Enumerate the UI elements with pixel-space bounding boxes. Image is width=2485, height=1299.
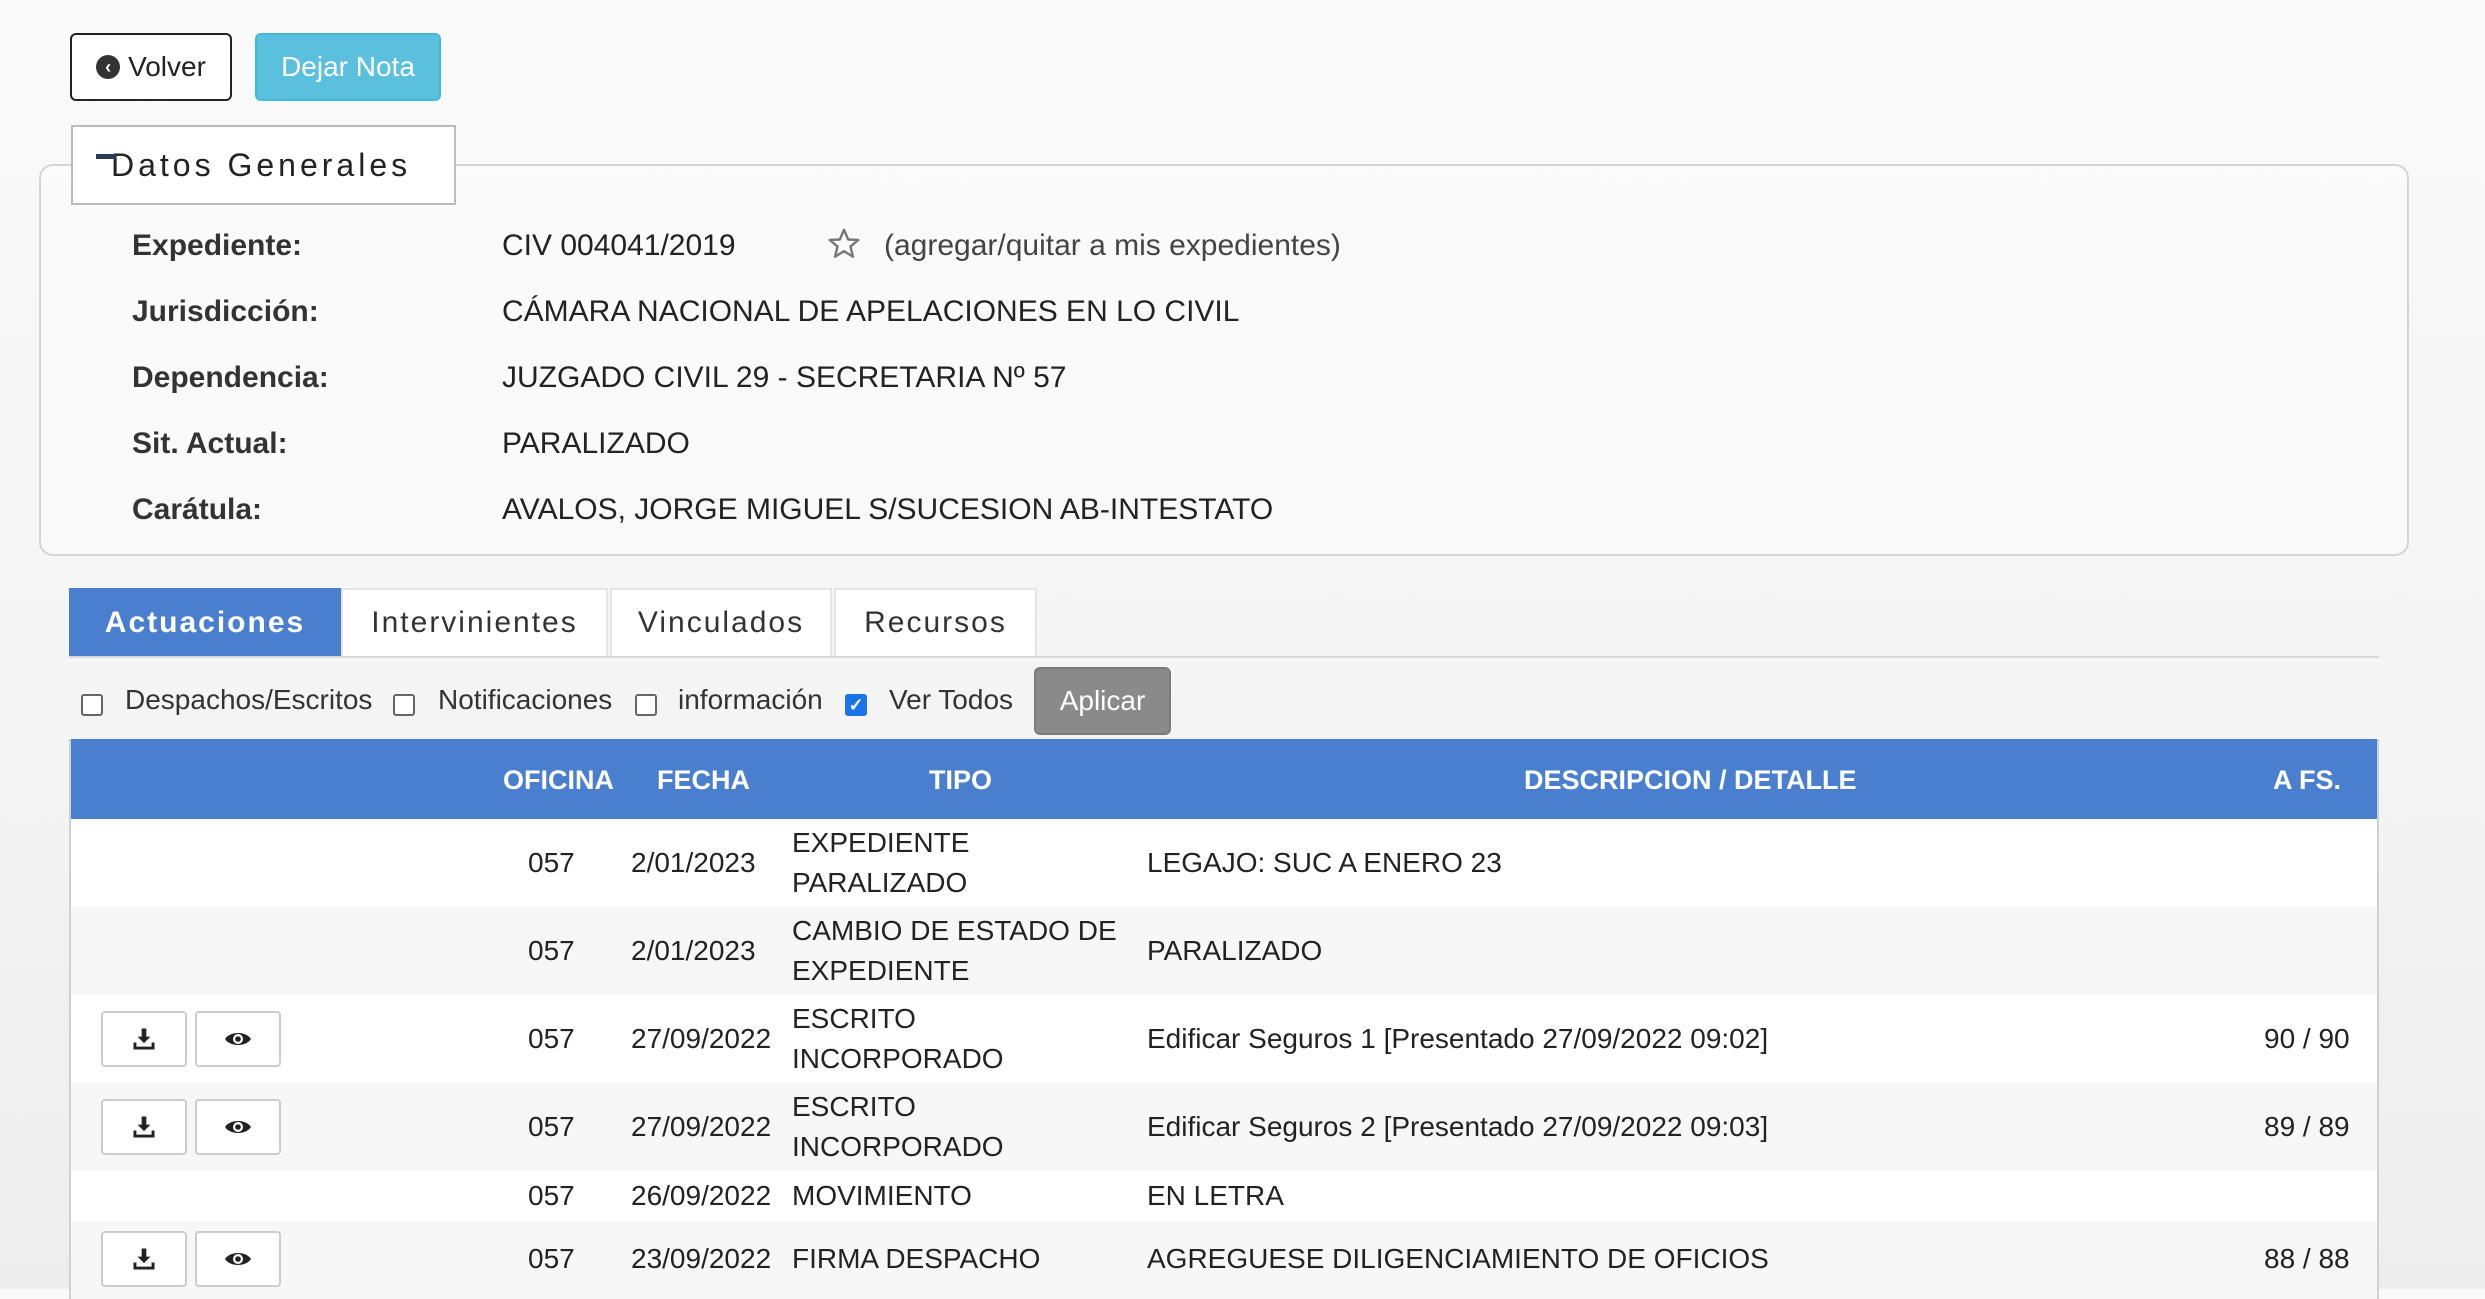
arrow-circle-left-icon: ‹ — [96, 55, 121, 79]
cell-oficina: 057 — [528, 1023, 575, 1054]
cell-fecha: 2/01/2023 — [631, 847, 756, 878]
view-button[interactable] — [195, 1011, 281, 1067]
cell-afs: 89 / 89 — [2264, 1111, 2350, 1142]
tab-label: Intervinientes — [371, 606, 578, 639]
download-button[interactable] — [101, 1099, 187, 1155]
datos-generales-title: Datos Generales — [111, 146, 412, 183]
download-icon — [133, 1248, 155, 1270]
actuaciones-table: OFICINA FECHA TIPO DESCRIPCION / DETALLE… — [69, 739, 2379, 1299]
cell-descripcion: AGREGUESE DILIGENCIAMIENTO DE OFICIOS — [1147, 1243, 1769, 1274]
cell-fecha: 26/09/2022 — [631, 1180, 772, 1211]
table-row: 057 26/09/2022 MOVIMIENTO EN LETRA — [71, 1171, 2377, 1221]
tab-label: Actuaciones — [104, 606, 306, 639]
view-button[interactable] — [195, 1099, 281, 1155]
cell-fecha: 27/09/2022 — [631, 1111, 772, 1142]
header-tipo: TIPO — [929, 765, 993, 795]
notificaciones-checkbox[interactable] — [393, 694, 415, 716]
cell-tipo: ESCRITO — [792, 1091, 916, 1122]
eye-icon — [225, 1253, 251, 1265]
header-fecha: FECHA — [657, 765, 750, 795]
cell-oficina: 057 — [528, 847, 575, 878]
eye-icon — [225, 1121, 251, 1133]
download-button[interactable] — [101, 1231, 187, 1287]
minus-icon — [96, 154, 116, 159]
volver-label: Volver — [128, 51, 206, 82]
cell-descripcion: Edificar Seguros 2 [Presentado 27/09/202… — [1147, 1111, 1769, 1142]
cell-fecha: 27/09/2022 — [631, 1023, 772, 1054]
cell-tipo: MOVIMIENTO — [792, 1180, 972, 1211]
cell-oficina: 057 — [528, 1180, 575, 1211]
tab-recursos[interactable]: Recursos — [834, 588, 1037, 656]
cell-oficina: 057 — [528, 1243, 575, 1274]
header-descripcion: DESCRIPCION / DETALLE — [1524, 765, 1857, 795]
table-row: 057 2/01/2023 EXPEDIENTE PARALIZADO LEGA… — [71, 819, 2377, 907]
volver-button[interactable]: ‹ Volver — [70, 33, 232, 101]
cell-fecha: 2/01/2023 — [631, 935, 756, 966]
page: ‹ Volver Dejar Nota Datos Generales Expe… — [0, 0, 2485, 1299]
informacion-checkbox[interactable] — [635, 694, 657, 716]
informacion-label: información — [678, 684, 823, 715]
despachos-checkbox[interactable] — [81, 694, 103, 716]
caratula-label: Carátula: — [132, 493, 263, 526]
download-button[interactable] — [101, 1011, 187, 1067]
ver-todos-checkbox[interactable]: ✓ — [845, 694, 867, 716]
ver-todos-label: Ver Todos — [889, 684, 1014, 715]
cell-oficina: 057 — [528, 935, 575, 966]
cell-tipo: FIRMA DESPACHO — [792, 1243, 1041, 1274]
download-icon — [133, 1116, 155, 1138]
caratula-value: AVALOS, JORGE MIGUEL S/SUCESION AB-INTES… — [502, 493, 1274, 526]
table-row: 057 27/09/2022 ESCRITO INCORPORADO Edifi… — [71, 995, 2377, 1083]
cell-tipo-line2: PARALIZADO — [792, 867, 968, 898]
cell-fecha: 23/09/2022 — [631, 1243, 772, 1274]
notificaciones-label: Notificaciones — [438, 684, 613, 715]
situacion-label: Sit. Actual: — [132, 427, 288, 460]
cell-tipo-line2: EXPEDIENTE — [792, 955, 970, 986]
cell-descripcion: PARALIZADO — [1147, 935, 1323, 966]
despachos-label: Despachos/Escritos — [125, 684, 373, 715]
cell-tipo-line2: INCORPORADO — [792, 1043, 1004, 1074]
cell-descripcion: LEGAJO: SUC A ENERO 23 — [1147, 847, 1502, 878]
cell-tipo-line2: INCORPORADO — [792, 1131, 1004, 1162]
cell-tipo: CAMBIO DE ESTADO DE — [792, 915, 1117, 946]
jurisdiccion-value: CÁMARA NACIONAL DE APELACIONES EN LO CIV… — [502, 295, 1240, 328]
cell-descripcion: Edificar Seguros 1 [Presentado 27/09/202… — [1147, 1023, 1769, 1054]
tab-intervinientes[interactable]: Intervinientes — [341, 588, 608, 656]
situacion-value: PARALIZADO — [502, 427, 690, 460]
star-icon[interactable] — [826, 226, 862, 262]
tabs-divider — [69, 656, 2379, 658]
header-oficina: OFICINA — [503, 765, 614, 795]
cell-tipo: ESCRITO — [792, 1003, 916, 1034]
dejar-nota-label: Dejar Nota — [281, 51, 415, 82]
table-row: 057 27/09/2022 ESCRITO INCORPORADO Edifi… — [71, 1083, 2377, 1171]
tab-label: Recursos — [864, 606, 1007, 639]
header-afs: A FS. — [2273, 765, 2342, 795]
expediente-label: Expediente: — [132, 229, 303, 262]
aplicar-label: Aplicar — [1059, 685, 1146, 716]
tab-label: Vinculados — [637, 606, 805, 639]
aplicar-button[interactable]: Aplicar — [1034, 667, 1171, 735]
dependencia-label: Dependencia: — [132, 361, 329, 394]
table-row: 057 23/09/2022 FIRMA DESPACHO AGREGUESE … — [71, 1221, 2377, 1299]
tab-actuaciones[interactable]: Actuaciones — [69, 588, 341, 656]
cell-afs: 90 / 90 — [2264, 1023, 2350, 1054]
cell-tipo: EXPEDIENTE — [792, 827, 970, 858]
eye-icon — [225, 1033, 251, 1045]
jurisdiccion-label: Jurisdicción: — [132, 295, 319, 328]
tab-vinculados[interactable]: Vinculados — [610, 588, 832, 656]
cell-descripcion: EN LETRA — [1147, 1180, 1284, 1211]
dejar-nota-button[interactable]: Dejar Nota — [255, 33, 441, 101]
view-button[interactable] — [195, 1231, 281, 1287]
expediente-value: CIV 004041/2019 — [502, 229, 736, 262]
favorite-text[interactable]: (agregar/quitar a mis expedientes) — [884, 229, 1341, 263]
table-row: 057 2/01/2023 CAMBIO DE ESTADO DE EXPEDI… — [71, 907, 2377, 995]
cell-oficina: 057 — [528, 1111, 575, 1142]
cell-afs: 88 / 88 — [2264, 1243, 2350, 1274]
table-header: OFICINA FECHA TIPO DESCRIPCION / DETALLE… — [71, 739, 2377, 819]
datos-generales-toggle[interactable]: Datos Generales — [71, 125, 456, 205]
download-icon — [133, 1028, 155, 1050]
dependencia-value: JUZGADO CIVIL 29 - SECRETARIA Nº 57 — [502, 361, 1067, 394]
